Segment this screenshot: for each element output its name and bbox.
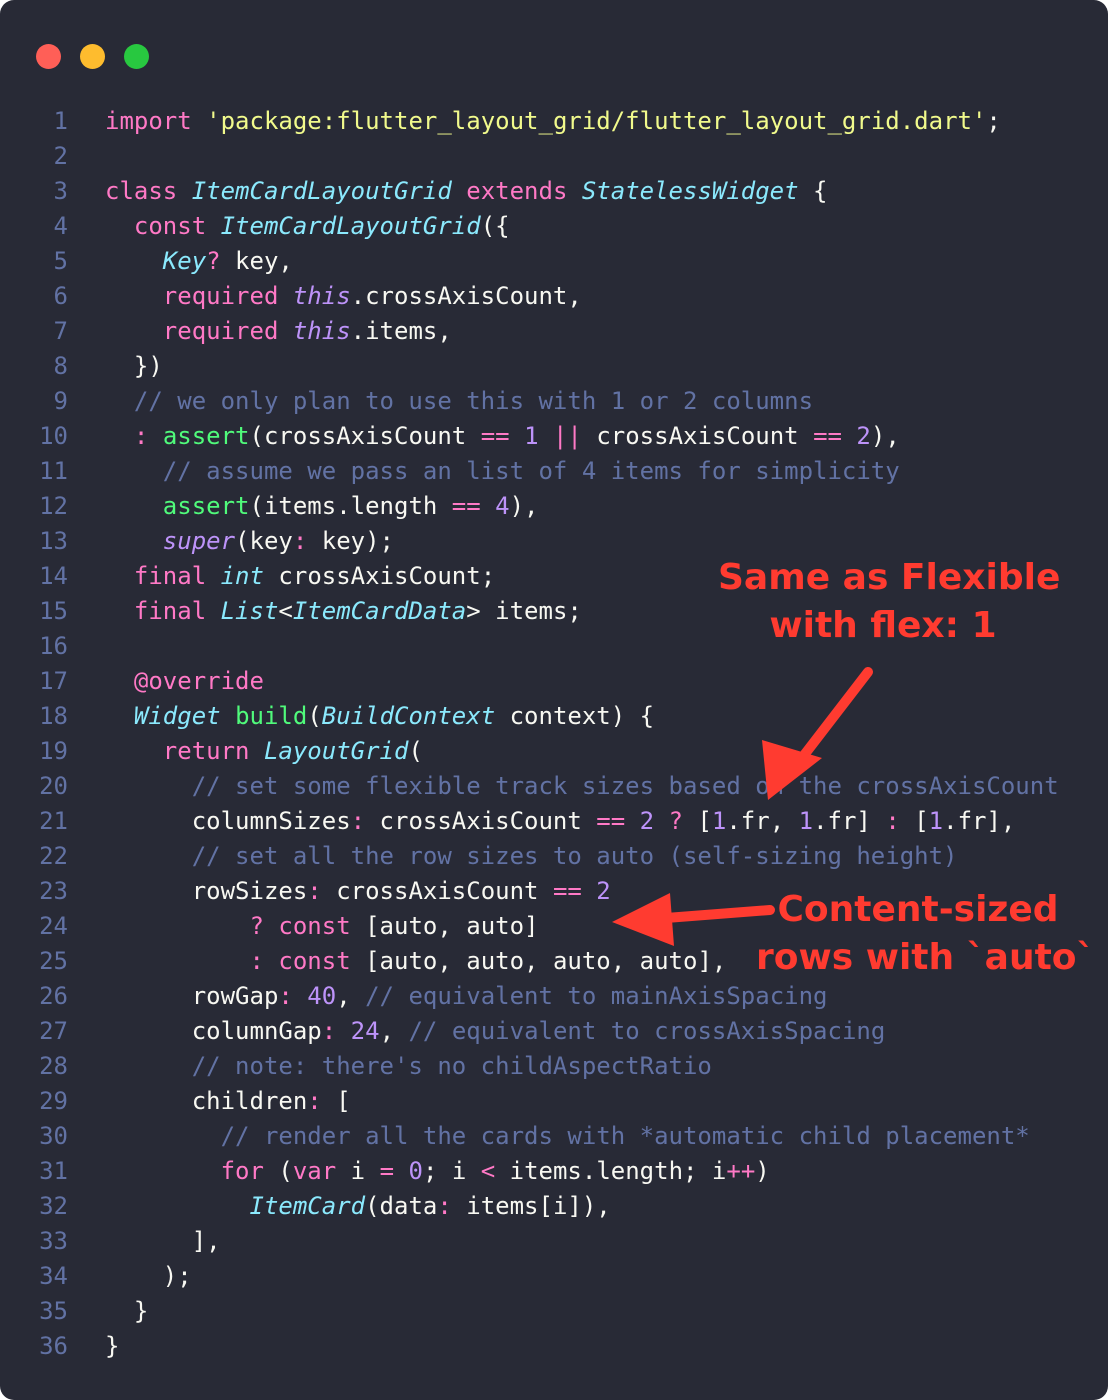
annotation-flexible: Same as Flexible with flex: 1 bbox=[718, 557, 1061, 646]
annotation-arrows bbox=[612, 667, 873, 946]
arrow-head-auto bbox=[612, 893, 674, 946]
code-window: 1 import 'package:flutter_layout_grid/flu… bbox=[0, 0, 1108, 1400]
annotation-auto-rows: Content-sized rows with `auto` bbox=[756, 889, 1095, 978]
arrow-to-auto-rows bbox=[661, 905, 775, 923]
